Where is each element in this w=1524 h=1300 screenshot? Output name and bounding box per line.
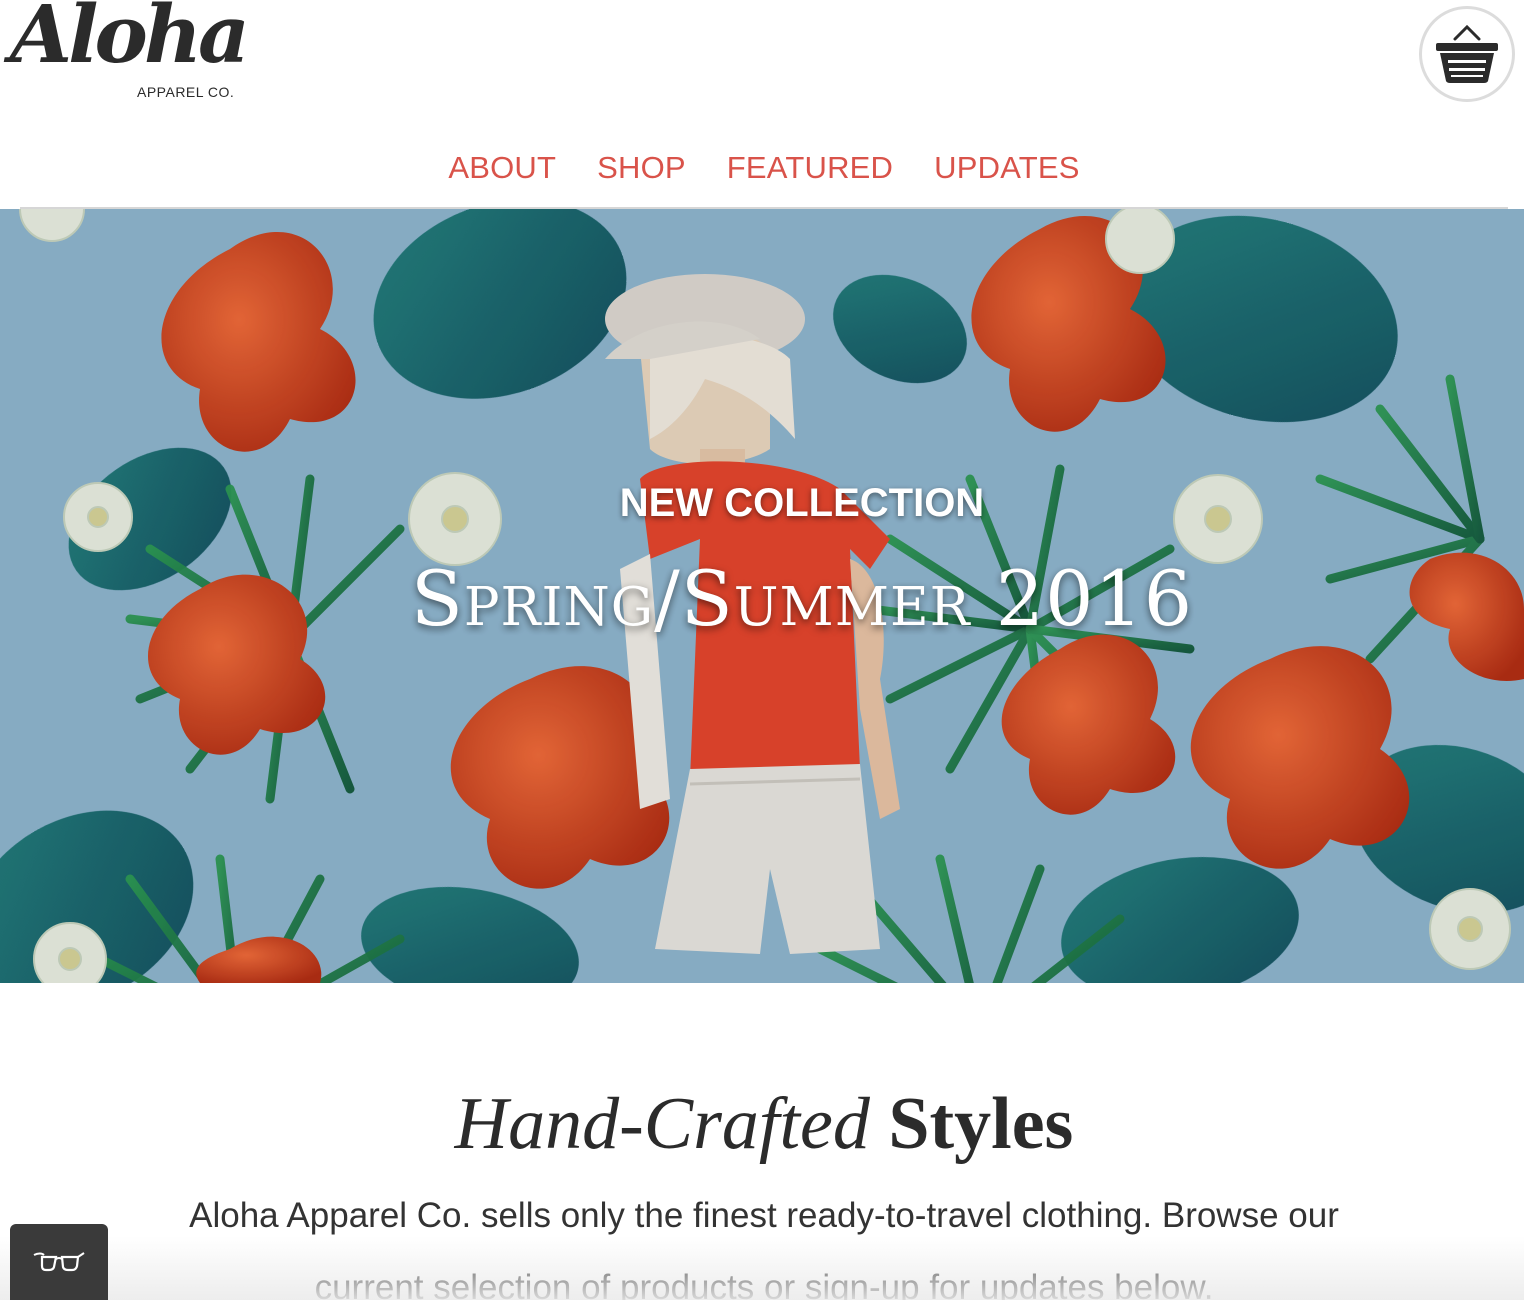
heading-italic-part: Hand-Crafted: [454, 1083, 870, 1165]
main-nav: ABOUT SHOP FEATURED UPDATES: [0, 140, 1524, 196]
brand-logo[interactable]: Aloha APPAREL CO.: [8, 0, 250, 110]
heading-bold-part: Styles: [888, 1083, 1074, 1165]
accessibility-button[interactable]: [10, 1224, 108, 1300]
logo-wordmark: Aloha: [10, 0, 250, 81]
hero-banner: NEW COLLECTION Spring/Summer 2016: [0, 209, 1524, 983]
hero-title: Spring/Summer 2016: [410, 554, 1194, 643]
nav-shop[interactable]: SHOP: [597, 150, 686, 186]
basket-icon: [1436, 24, 1498, 83]
hero-kicker: NEW COLLECTION: [619, 481, 985, 525]
cart-button[interactable]: [1419, 6, 1515, 102]
logo-subtitle: APPAREL CO.: [137, 84, 235, 100]
nav-updates[interactable]: UPDATES: [934, 150, 1080, 186]
nav-featured[interactable]: FEATURED: [727, 150, 893, 186]
section-heading: Hand-Crafted Styles: [0, 1082, 1524, 1167]
intro-paragraph: Aloha Apparel Co. sells only the finest …: [189, 1196, 1339, 1300]
page: Aloha APPAREL CO. ABOUT SHOP FEATURED UP…: [0, 0, 1524, 1300]
nav-about[interactable]: ABOUT: [448, 150, 556, 186]
glasses-icon: [33, 1252, 85, 1272]
